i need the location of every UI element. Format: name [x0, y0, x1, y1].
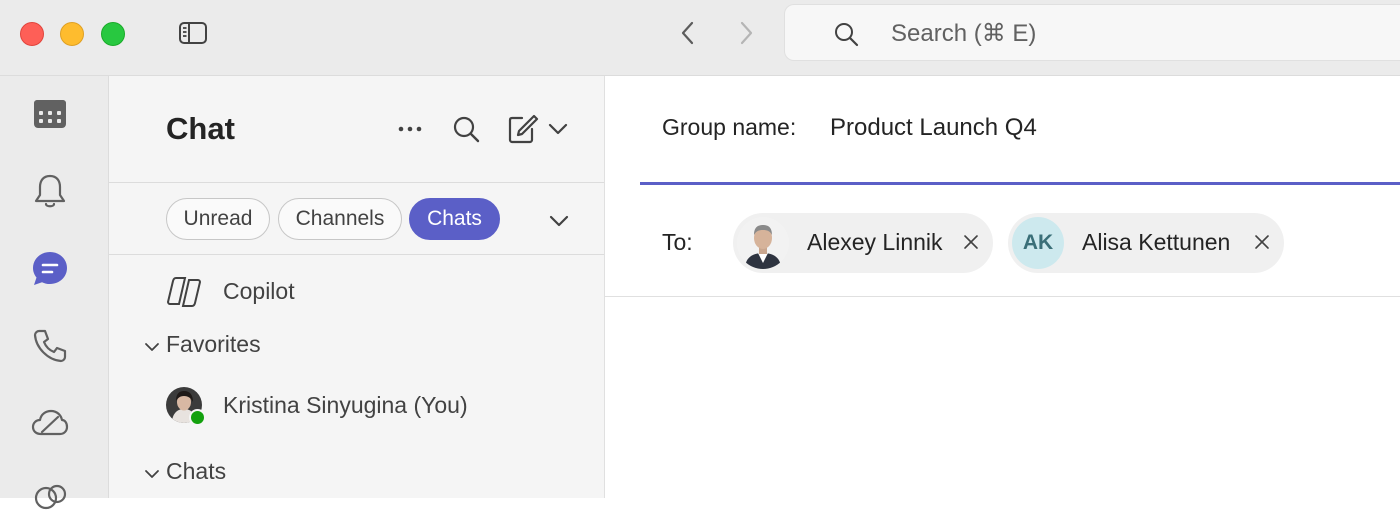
apps-icon[interactable]	[30, 478, 70, 518]
group-name-input[interactable]: Product Launch Q4	[830, 114, 1037, 142]
group-name-label: Group name:	[662, 114, 797, 140]
filter-channels[interactable]: Channels	[278, 198, 402, 240]
chat-list-pane: Chat Unread Channels Chats Copilot Favor…	[109, 76, 605, 498]
app-rail	[0, 76, 109, 510]
sidebar-toggle-icon[interactable]	[178, 21, 208, 45]
zoom-window-button[interactable]	[101, 22, 125, 46]
new-chat-icon[interactable]	[507, 114, 571, 144]
calendar-icon[interactable]	[30, 94, 70, 134]
recipient-chip[interactable]: Alexey Linnik	[733, 213, 993, 273]
presence-available-badge	[189, 409, 206, 426]
cloud-icon[interactable]	[30, 403, 70, 443]
phone-icon[interactable]	[30, 326, 70, 366]
avatar-initials: AK	[1012, 217, 1064, 269]
search-icon	[835, 23, 859, 47]
chevron-down-icon	[145, 343, 159, 351]
chats-label: Chats	[166, 458, 227, 484]
group-name-focus-underline	[640, 182, 1400, 185]
compose-pane: Group name: Product Launch Q4 To: Alexey…	[605, 76, 1400, 498]
search-box[interactable]: Search (⌘ E)	[784, 4, 1400, 61]
minimize-window-button[interactable]	[60, 22, 84, 46]
chevron-down-icon[interactable]	[547, 209, 571, 233]
favorites-label: Favorites	[166, 331, 261, 357]
to-label: To:	[662, 229, 693, 255]
favorite-contact-name: Kristina Sinyugina (You)	[223, 392, 468, 418]
search-icon[interactable]	[452, 114, 480, 144]
recipient-name: Alisa Kettunen	[1082, 229, 1231, 255]
avatar	[737, 217, 789, 269]
chat-icon[interactable]	[30, 249, 70, 289]
remove-recipient-icon[interactable]	[1253, 233, 1271, 251]
title-bar: Search (⌘ E)	[0, 0, 1400, 76]
chat-list-title: Chat	[166, 111, 235, 146]
filter-divider	[109, 254, 604, 255]
recipient-chip[interactable]: AK Alisa Kettunen	[1008, 213, 1284, 273]
copilot-label: Copilot	[223, 278, 295, 304]
recipients-divider	[605, 296, 1400, 297]
chevron-down-icon	[145, 470, 159, 478]
back-arrow-icon[interactable]	[676, 20, 700, 46]
filter-unread[interactable]: Unread	[166, 198, 270, 240]
bell-icon[interactable]	[30, 171, 70, 211]
close-window-button[interactable]	[20, 22, 44, 46]
forward-arrow-icon[interactable]	[734, 20, 758, 46]
list-header-divider	[109, 182, 604, 183]
search-placeholder: Search (⌘ E)	[891, 20, 1037, 47]
recipient-name: Alexey Linnik	[807, 229, 943, 255]
copilot-icon	[166, 277, 202, 307]
more-options-icon[interactable]	[397, 114, 423, 144]
filter-chats[interactable]: Chats	[409, 198, 500, 240]
remove-recipient-icon[interactable]	[962, 233, 980, 251]
